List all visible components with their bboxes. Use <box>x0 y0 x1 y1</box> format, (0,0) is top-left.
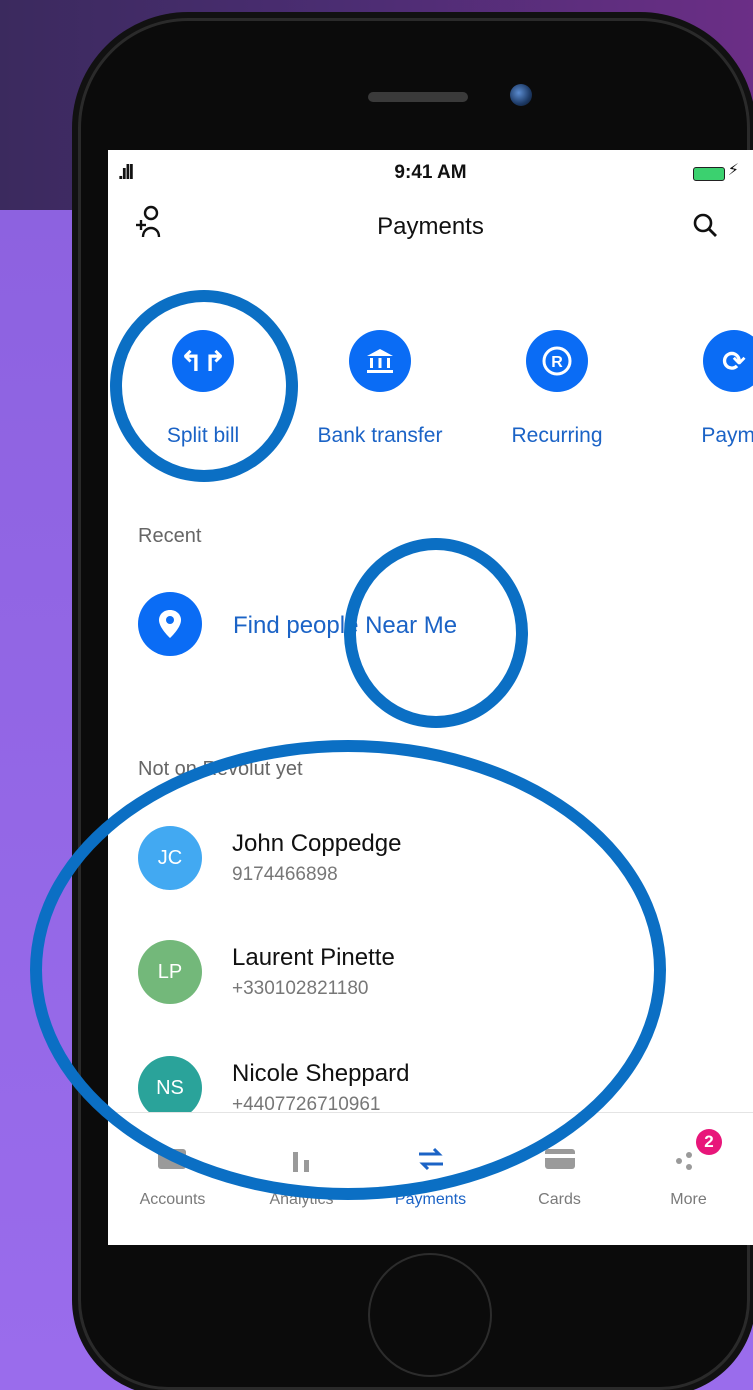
charging-icon: ⚡ <box>727 162 739 179</box>
recent-section-label: Recent <box>138 525 202 547</box>
action-label: Bank transfer <box>317 424 443 447</box>
action-label: Recurring <box>511 424 603 447</box>
payment-request-action[interactable]: ⟳ Payme <box>654 330 753 448</box>
annotation-ring-split-bill <box>110 290 298 482</box>
front-camera <box>510 84 532 106</box>
tab-label: Accounts <box>139 1191 206 1208</box>
page-title: Payments <box>377 213 484 240</box>
tab-label: Cards <box>538 1191 581 1208</box>
status-bar: .ıll 9:41 AM ⚡ <box>108 150 753 195</box>
svg-text:R: R <box>551 354 563 371</box>
location-pin-icon <box>138 592 202 656</box>
recurring-icon: R <box>526 330 588 392</box>
notification-badge: 2 <box>696 1129 722 1155</box>
header: Payments <box>108 195 753 255</box>
search-icon[interactable] <box>691 211 719 239</box>
home-button[interactable] <box>368 1253 492 1377</box>
bank-transfer-action[interactable]: Bank transfer <box>300 330 460 448</box>
tab-label: More <box>670 1191 707 1208</box>
annotation-ring-contacts <box>30 740 666 1200</box>
bank-icon <box>349 330 411 392</box>
status-time: 9:41 AM <box>394 162 467 183</box>
speaker-grille <box>368 92 468 102</box>
tab-more[interactable]: 2 More <box>624 1113 753 1209</box>
dots-icon <box>624 1139 753 1179</box>
recurring-action[interactable]: R Recurring <box>477 330 637 448</box>
payment-request-icon: ⟳ <box>703 330 753 392</box>
battery-icon <box>693 167 725 181</box>
annotation-ring-near-me <box>344 538 528 728</box>
action-label: Payme <box>701 424 753 447</box>
